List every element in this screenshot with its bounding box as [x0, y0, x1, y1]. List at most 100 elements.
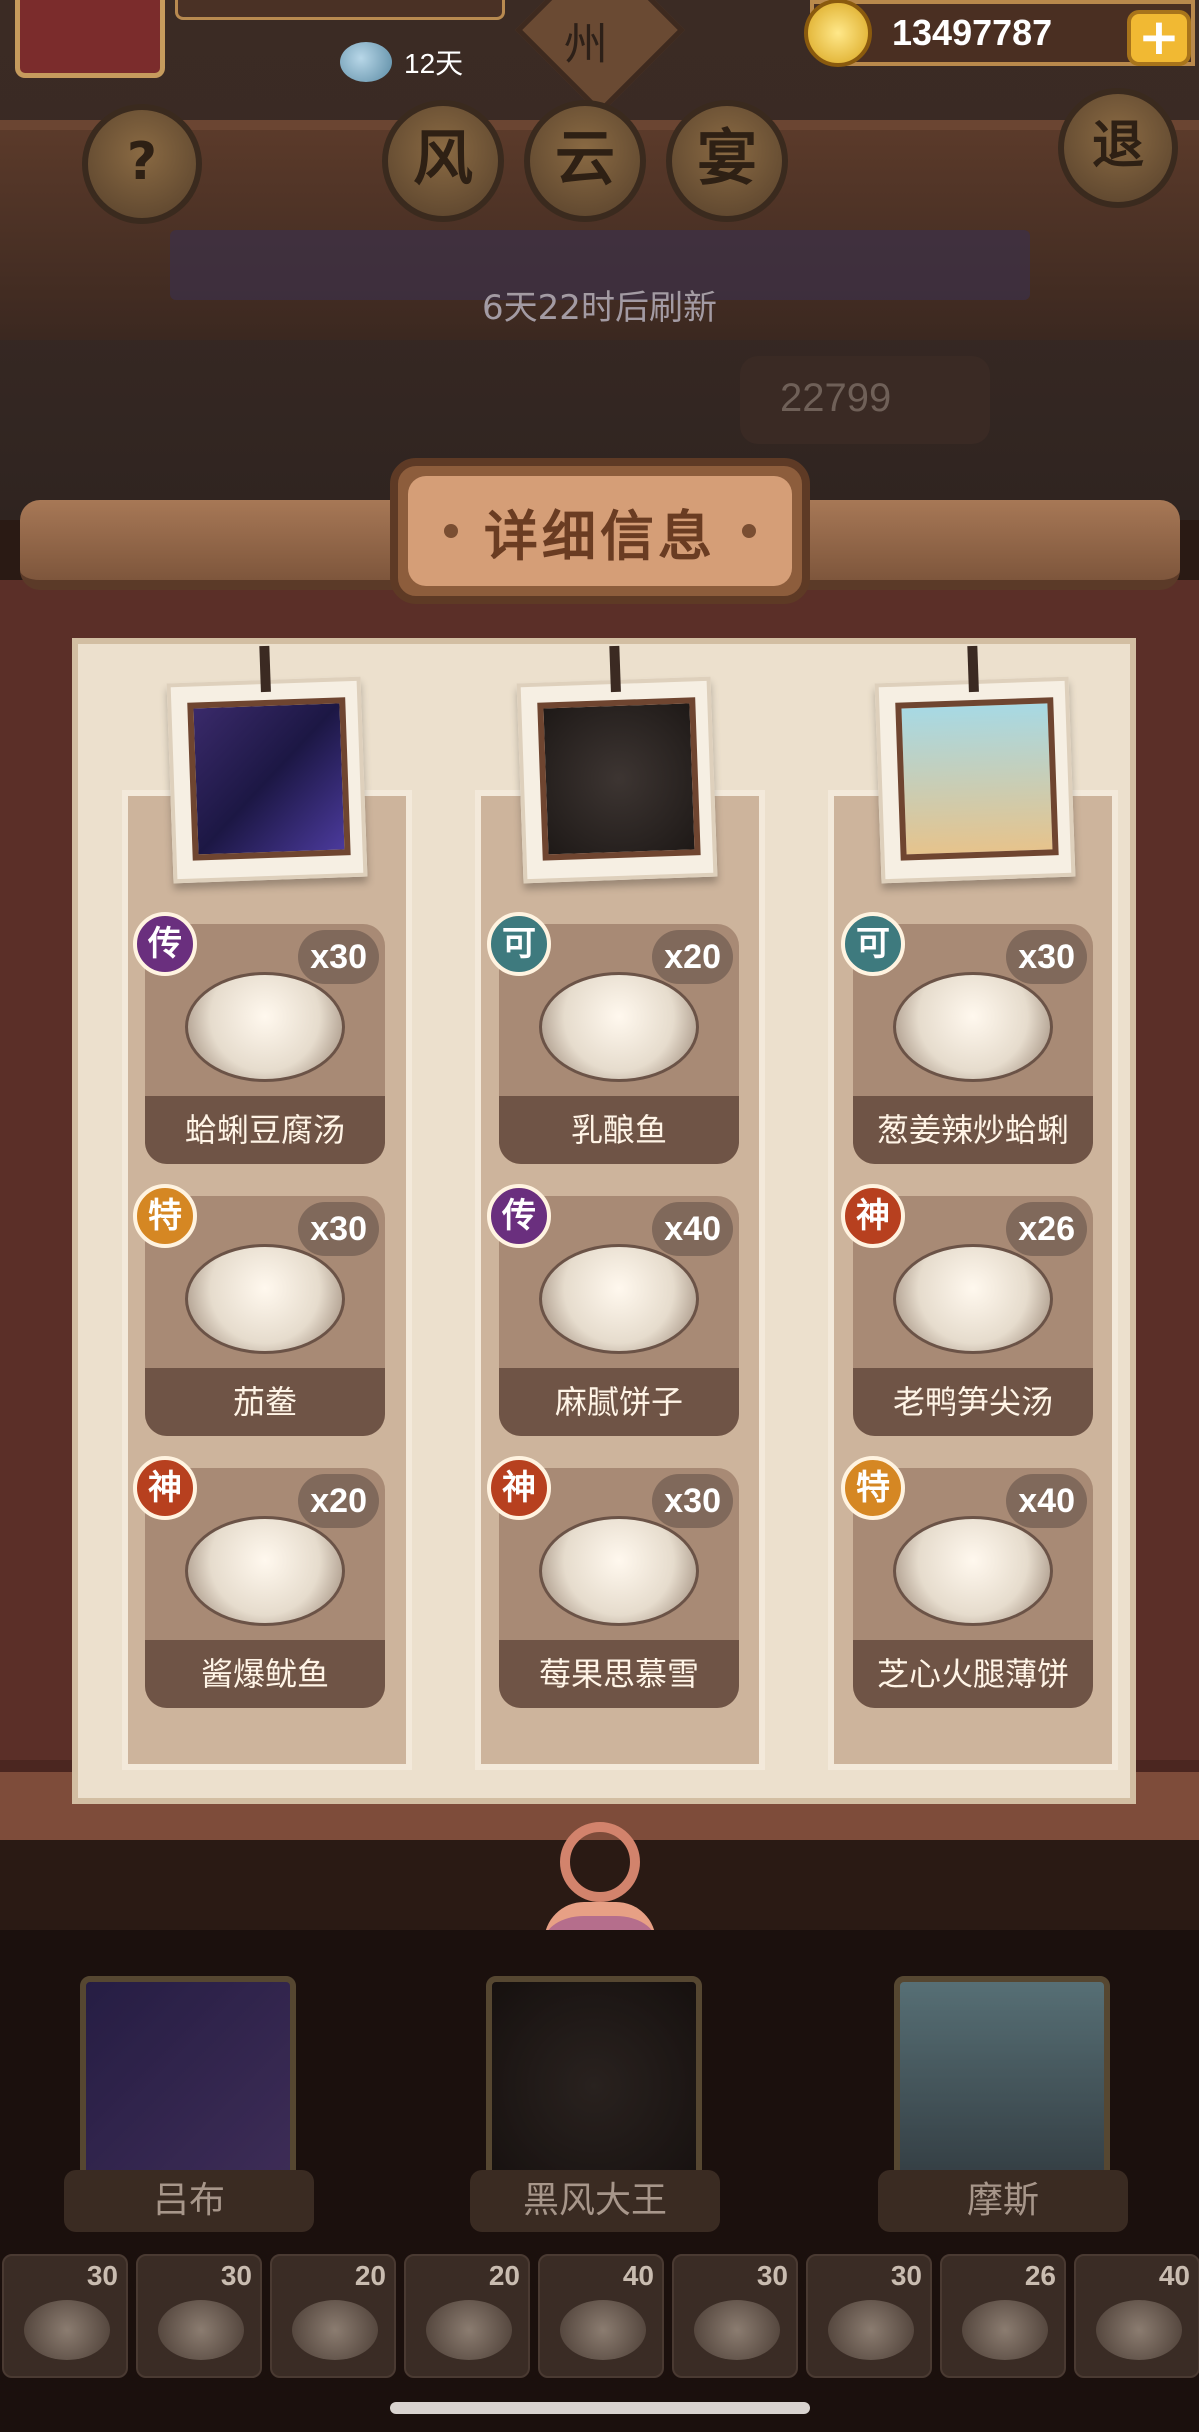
- dish-card[interactable]: 神 x20 酱爆鱿鱼: [133, 1456, 385, 1708]
- tier-badge: 神: [133, 1456, 197, 1520]
- chef-portrait[interactable]: [874, 645, 1076, 884]
- dish-image: [539, 1516, 699, 1626]
- strip-dish[interactable]: 30: [806, 2254, 932, 2378]
- strip-dish-image: [158, 2300, 244, 2360]
- dish-image: [185, 1516, 345, 1626]
- tier-badge: 神: [841, 1184, 905, 1248]
- strip-dish-count: 26: [1024, 2260, 1056, 2291]
- strip-dish[interactable]: 20: [404, 2254, 530, 2378]
- player-avatar[interactable]: [15, 0, 165, 78]
- tier-badge: 可: [841, 912, 905, 976]
- strip-dish-count: 20: [354, 2260, 386, 2291]
- hourglass-icon: [340, 42, 392, 82]
- dish-card[interactable]: 传 x40 麻腻饼子: [487, 1184, 739, 1436]
- chef-portrait[interactable]: [516, 645, 718, 884]
- tier-badge: 传: [487, 1184, 551, 1248]
- dish-image: [185, 972, 345, 1082]
- strip-dish-count: 40: [1158, 2260, 1190, 2291]
- dish-quantity: x30: [298, 1202, 379, 1256]
- dish-quantity: x30: [1006, 930, 1087, 984]
- dish-card[interactable]: 特 x30 茄鲞: [133, 1184, 385, 1436]
- chef-portrait-image: [895, 697, 1059, 861]
- strip-dish-image: [828, 2300, 914, 2360]
- feast-title: 风 云 宴: [382, 100, 788, 222]
- coin-icon: [804, 0, 872, 67]
- strip-dish[interactable]: 26: [940, 2254, 1066, 2378]
- dish-quantity: x20: [652, 930, 733, 984]
- feast-title-char: 宴: [666, 100, 788, 222]
- dish-name: 麻腻饼子: [499, 1368, 739, 1436]
- dish-name: 莓果思慕雪: [499, 1640, 739, 1708]
- strip-dish-count: 30: [756, 2260, 788, 2291]
- chef-slot[interactable]: [486, 1976, 702, 2196]
- strip-dish[interactable]: 30: [672, 2254, 798, 2378]
- strip-dish-count: 20: [488, 2260, 520, 2291]
- strip-dish-image: [694, 2300, 780, 2360]
- dish-name: 老鸭笋尖汤: [853, 1368, 1093, 1436]
- chef-name: 吕布: [64, 2170, 314, 2232]
- dish-name: 酱爆鱿鱼: [145, 1640, 385, 1708]
- dish-image: [893, 972, 1053, 1082]
- dish-image: [539, 972, 699, 1082]
- strip-dish[interactable]: 30: [136, 2254, 262, 2378]
- tier-badge: 神: [487, 1456, 551, 1520]
- tier-badge: 传: [133, 912, 197, 976]
- chef-slot[interactable]: [894, 1976, 1110, 2196]
- dish-name: 芝心火腿薄饼: [853, 1640, 1093, 1708]
- home-indicator[interactable]: [390, 2402, 810, 2414]
- dish-card[interactable]: 可 x20 乳酿鱼: [487, 912, 739, 1164]
- plaque-dot: [742, 524, 756, 538]
- dish-image: [893, 1244, 1053, 1354]
- plaque-dot: [444, 524, 458, 538]
- strip-dish[interactable]: 30: [2, 2254, 128, 2378]
- strip-dish-count: 30: [86, 2260, 118, 2291]
- coin-balance: 13497787 +: [804, 0, 1195, 67]
- panel-title-plaque: 详细信息: [390, 458, 810, 604]
- dish-quantity: x20: [298, 1474, 379, 1528]
- dish-quantity: x30: [652, 1474, 733, 1528]
- strip-dish-image: [1096, 2300, 1182, 2360]
- strip-dish[interactable]: 40: [538, 2254, 664, 2378]
- add-coins-button[interactable]: +: [1127, 10, 1191, 66]
- strip-dish-image: [292, 2300, 378, 2360]
- strip-dish-count: 30: [220, 2260, 252, 2291]
- dish-card[interactable]: 神 x26 老鸭笋尖汤: [841, 1184, 1093, 1436]
- region-char: 州: [563, 18, 608, 70]
- dish-card[interactable]: 神 x30 莓果思慕雪: [487, 1456, 739, 1708]
- dish-quantity: x40: [1006, 1474, 1087, 1528]
- help-button[interactable]: ?: [82, 104, 202, 224]
- score-bubble: 22799: [740, 356, 990, 444]
- chef-name: 黑风大王: [470, 2170, 720, 2232]
- strip-dish-count: 40: [622, 2260, 654, 2291]
- coin-value: 13497787: [892, 12, 1053, 53]
- refresh-countdown: 6天22时后刷新: [482, 288, 717, 328]
- days-counter: 12天: [340, 42, 463, 82]
- chef-slot[interactable]: [80, 1976, 296, 2196]
- chef-portrait[interactable]: [166, 645, 368, 884]
- strip-dish-count: 30: [890, 2260, 922, 2291]
- strip-dish-image: [962, 2300, 1048, 2360]
- chef-portrait-image: [537, 697, 701, 861]
- strip-dish[interactable]: 20: [270, 2254, 396, 2378]
- feast-title-char: 云: [524, 100, 646, 222]
- knot-loop: [560, 1822, 640, 1902]
- days-remaining-text: 12天: [404, 48, 464, 79]
- dish-quantity: x26: [1006, 1202, 1087, 1256]
- strip-dish-image: [24, 2300, 110, 2360]
- dish-image: [539, 1244, 699, 1354]
- hanging-pin: [259, 645, 271, 693]
- dish-card[interactable]: 可 x30 葱姜辣炒蛤蜊: [841, 912, 1093, 1164]
- dish-card[interactable]: 传 x30 蛤蜊豆腐汤: [133, 912, 385, 1164]
- strip-dish[interactable]: 40: [1074, 2254, 1199, 2378]
- exit-button[interactable]: 退: [1058, 88, 1178, 208]
- dish-quantity: x30: [298, 930, 379, 984]
- hanging-pin: [609, 645, 621, 693]
- dish-quantity: x40: [652, 1202, 733, 1256]
- player-name-plate: [175, 0, 505, 20]
- chef-portrait-image: [187, 697, 351, 861]
- hanging-pin: [967, 645, 979, 693]
- strip-dish-image: [426, 2300, 512, 2360]
- tier-badge: 可: [487, 912, 551, 976]
- dish-card[interactable]: 特 x40 芝心火腿薄饼: [841, 1456, 1093, 1708]
- dish-name: 蛤蜊豆腐汤: [145, 1096, 385, 1164]
